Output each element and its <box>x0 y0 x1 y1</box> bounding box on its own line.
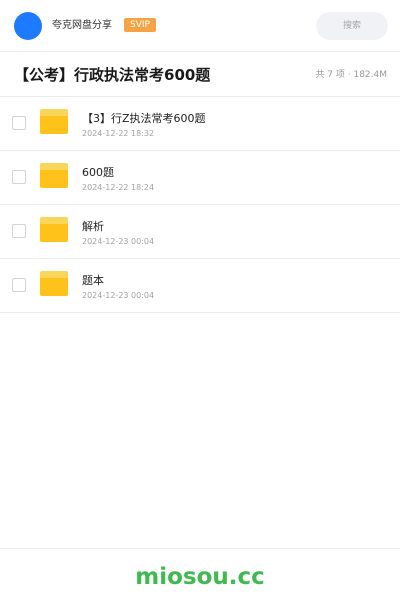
file-list: 【3】行Z执法常考600题 2024-12-22 18:32 600题 2024… <box>0 97 400 313</box>
folder-icon <box>40 109 68 134</box>
item-name[interactable]: 600题 <box>82 166 114 180</box>
username[interactable]: 夸克网盘分享 <box>52 19 112 33</box>
folder-icon <box>40 163 68 188</box>
search-input[interactable] <box>316 12 388 40</box>
page-title: 【公考】行政执法常考600题 <box>14 66 211 84</box>
folder-meta: 共 7 项 · 182.4M <box>315 70 387 80</box>
item-name[interactable]: 解析 <box>82 220 104 234</box>
item-date: 2024-12-22 18:24 <box>82 183 155 192</box>
folder-icon <box>40 217 68 242</box>
item-date: 2024-12-23 00:04 <box>82 237 155 246</box>
avatar[interactable] <box>14 12 42 40</box>
item-name[interactable]: 【3】行Z执法常考600题 <box>82 112 206 126</box>
select-checkbox[interactable] <box>12 278 26 292</box>
brand-watermark[interactable]: miosou.cc <box>0 563 400 591</box>
list-item[interactable]: 解析 2024-12-23 00:04 <box>0 205 400 259</box>
item-name[interactable]: 题本 <box>82 274 104 288</box>
item-date: 2024-12-22 18:32 <box>82 129 155 138</box>
select-checkbox[interactable] <box>12 170 26 184</box>
svip-badge: SVIP <box>124 18 156 32</box>
footer: miosou.cc <box>0 548 400 600</box>
item-date: 2024-12-23 00:04 <box>82 291 155 300</box>
list-item[interactable]: 题本 2024-12-23 00:04 <box>0 259 400 313</box>
list-item[interactable]: 600题 2024-12-22 18:24 <box>0 151 400 205</box>
list-item[interactable]: 【3】行Z执法常考600题 2024-12-22 18:32 <box>0 97 400 151</box>
folder-icon <box>40 271 68 296</box>
select-checkbox[interactable] <box>12 116 26 130</box>
top-bar: 夸克网盘分享 SVIP <box>0 0 400 52</box>
select-checkbox[interactable] <box>12 224 26 238</box>
folder-header: 【公考】行政执法常考600题 共 7 项 · 182.4M <box>0 52 400 97</box>
